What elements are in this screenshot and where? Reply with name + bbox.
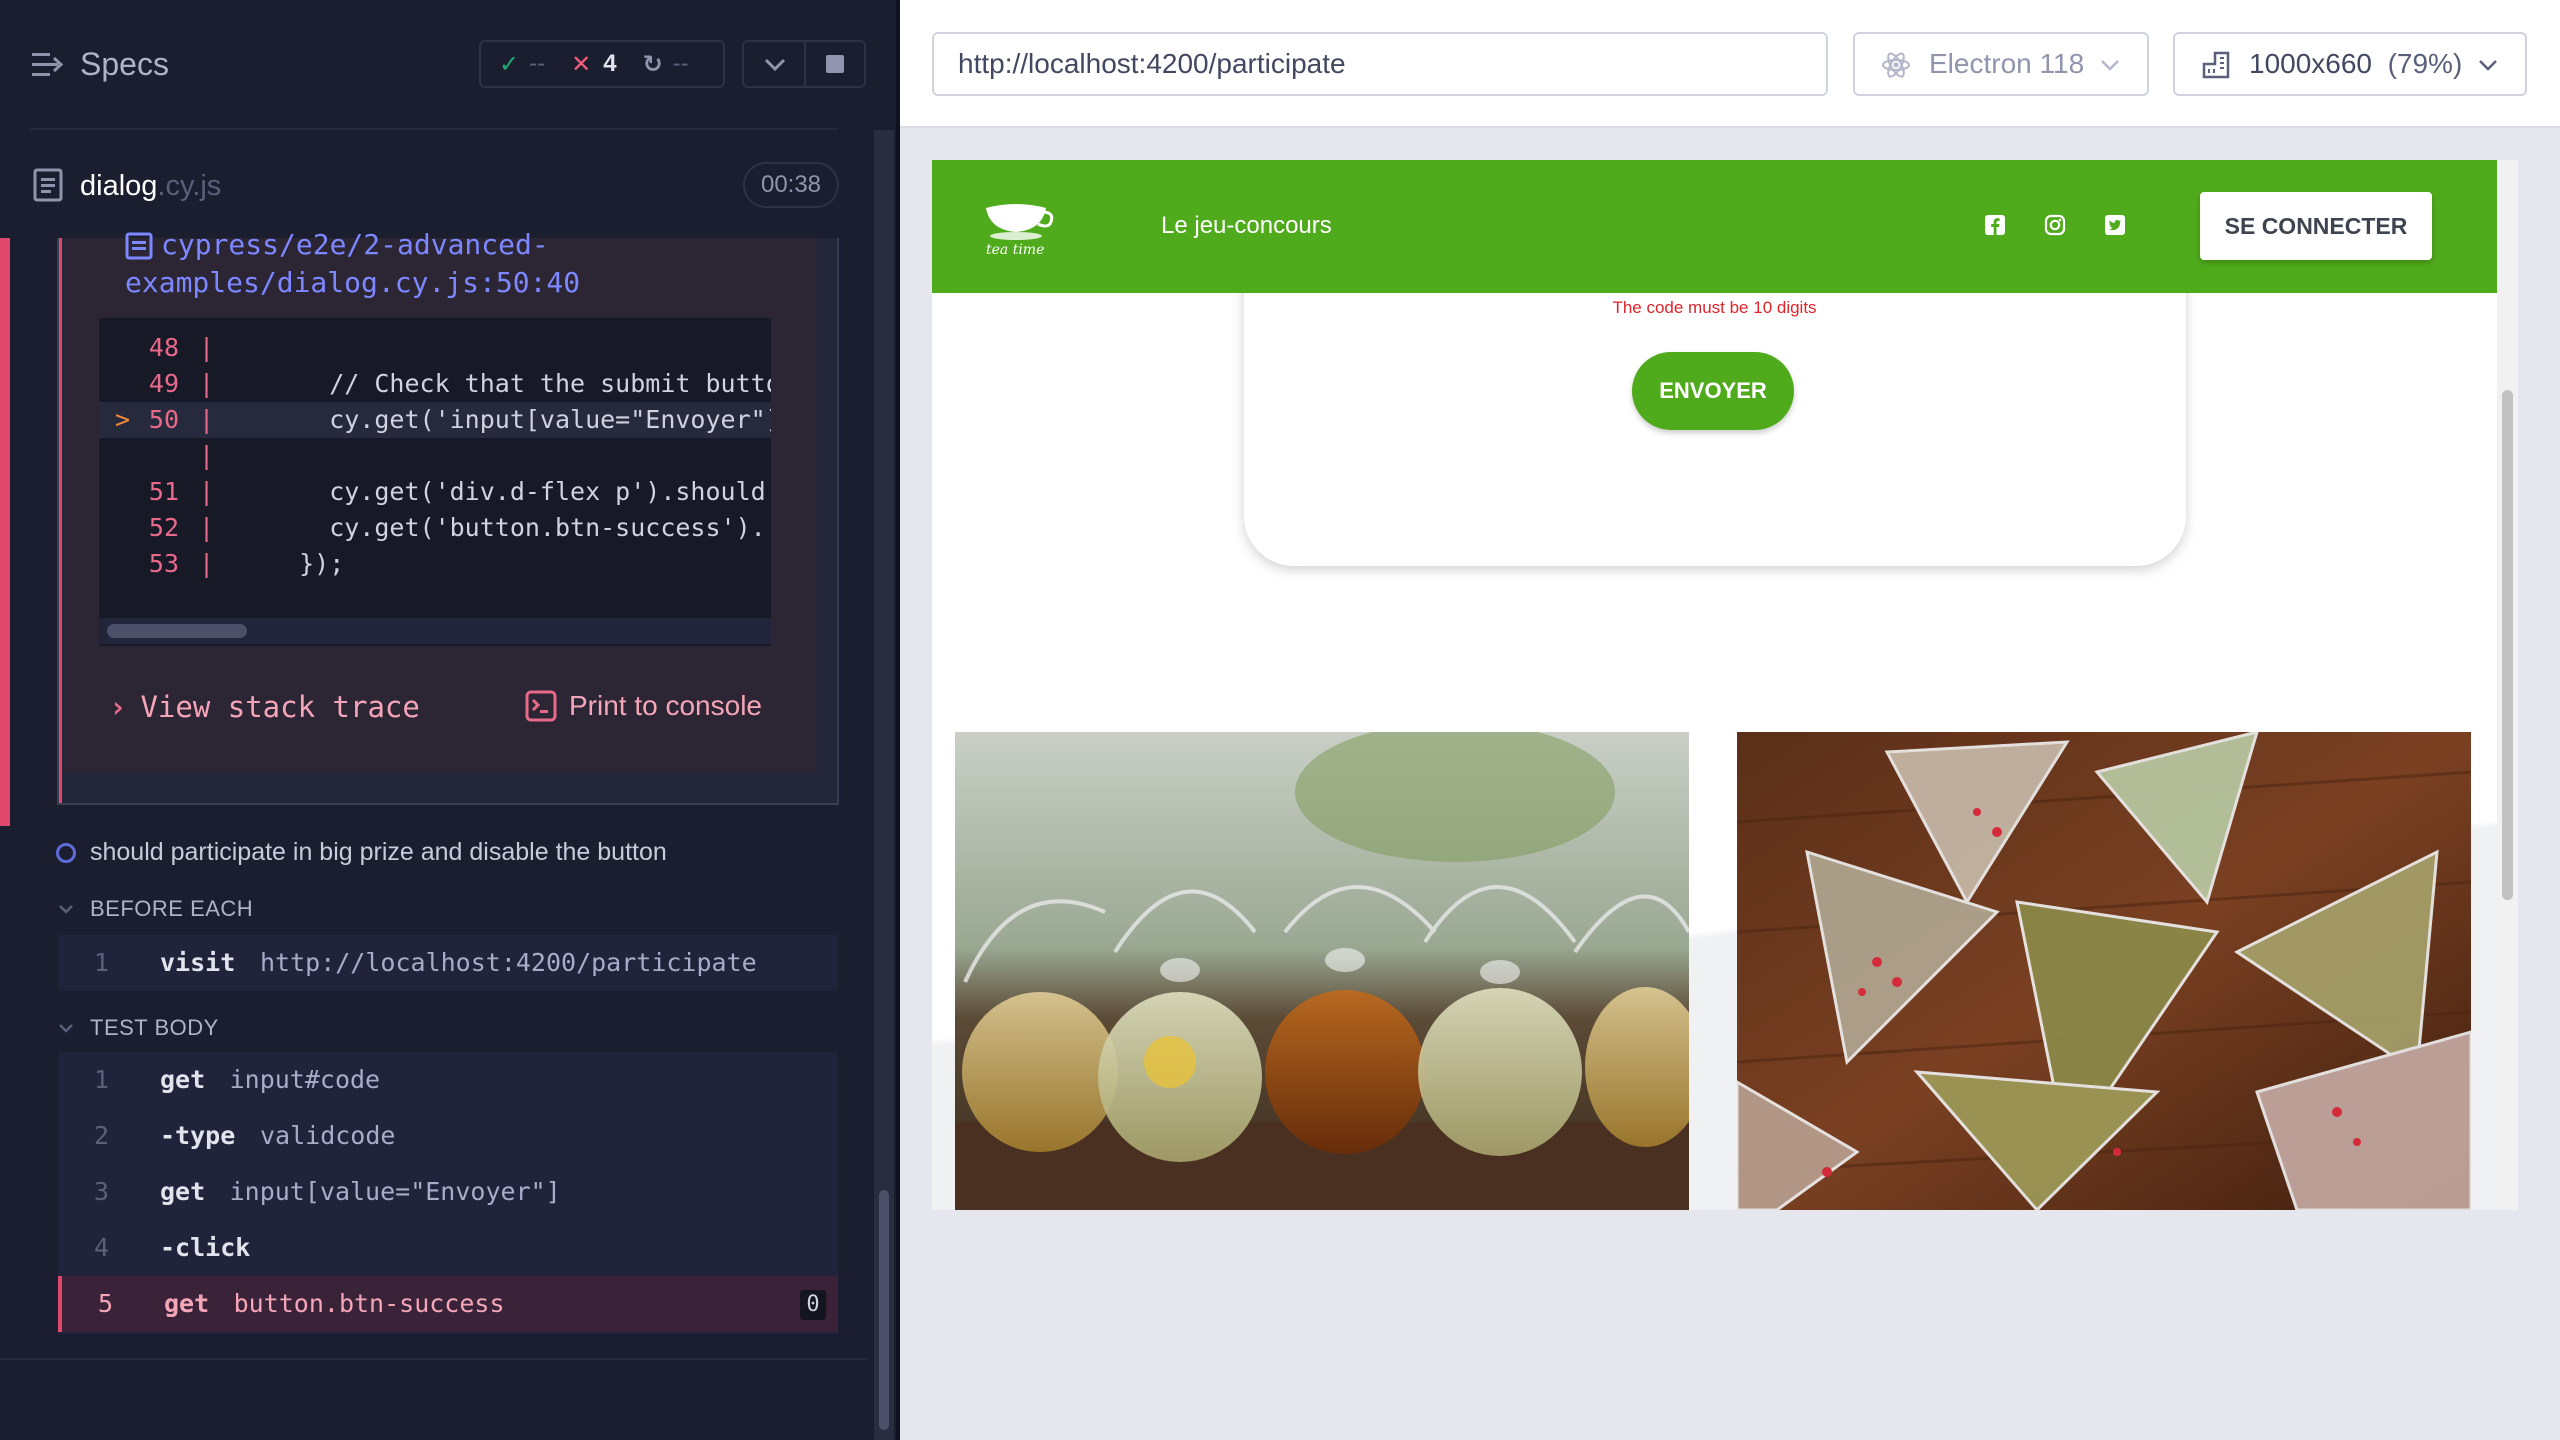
command-message: validcode xyxy=(260,1121,396,1150)
nav-link-jeu-concours[interactable]: Le jeu-concours xyxy=(1161,212,1332,240)
browser-panel: http://localhost:4200/participate Electr… xyxy=(900,0,2560,1440)
code-line: 49 | // Check that the submit butto xyxy=(99,366,771,402)
teapots-photo xyxy=(955,732,1689,1210)
code-frame-path[interactable]: cypress/e2e/2-advanced-examples/dialog.c… xyxy=(125,226,775,302)
code-frame-scrollbar[interactable] xyxy=(99,618,771,644)
failed-test-indicator xyxy=(0,238,10,826)
command-row[interactable]: 1 visit http://localhost:4200/participate xyxy=(58,935,838,991)
app-under-test: The code must be 10 digits ENVOYER tea t… xyxy=(932,160,2518,1210)
code-error-message: The code must be 10 digits xyxy=(1612,298,1817,317)
command-row[interactable]: 1 get input#code xyxy=(58,1052,838,1108)
print-to-console-button[interactable]: Print to console xyxy=(525,690,762,722)
chevron-down-icon xyxy=(2101,60,2119,71)
instagram-icon[interactable] xyxy=(2044,214,2066,236)
before-each-header[interactable]: BEFORE EACH xyxy=(58,896,253,922)
specs-menu-icon[interactable] xyxy=(32,50,64,80)
document-icon xyxy=(125,232,153,260)
browser-toolbar: http://localhost:4200/participate Electr… xyxy=(900,0,2560,128)
code-line: 51 | cy.get('div.d-flex p').should xyxy=(99,474,771,510)
command-row[interactable]: 4 -click xyxy=(58,1220,838,1276)
failed-count: 4 xyxy=(603,50,617,77)
before-each-commands: 1 visit http://localhost:4200/participate xyxy=(58,935,838,991)
url-bar[interactable]: http://localhost:4200/participate xyxy=(932,32,1828,96)
pending-icon: ↻ xyxy=(642,50,663,78)
electron-icon xyxy=(1882,52,1910,78)
command-message: input[value="Envoyer"] xyxy=(229,1177,561,1206)
tea-bags-photo xyxy=(1737,732,2471,1210)
element-count-badge: 0 xyxy=(800,1290,826,1320)
command-message: input#code xyxy=(229,1065,381,1094)
console-icon xyxy=(525,690,557,722)
twitter-icon[interactable] xyxy=(2104,214,2126,236)
chevron-right-icon: › xyxy=(109,690,127,724)
file-icon xyxy=(33,168,63,202)
ruler-icon xyxy=(2202,51,2230,79)
specs-title[interactable]: Specs xyxy=(80,46,169,83)
command-number: 4 xyxy=(94,1233,110,1262)
code-line: >50 | cy.get('input[value="Envoyer"] xyxy=(99,402,771,438)
command-name: get xyxy=(160,1065,206,1094)
command-number: 1 xyxy=(94,948,110,977)
app-scrollbar[interactable] xyxy=(2497,160,2518,1210)
chevron-down-icon xyxy=(59,905,73,914)
code-line: | xyxy=(199,441,215,470)
pending-count: -- xyxy=(672,50,689,77)
specs-header: Specs ✓ -- ✕ 4 ↻ -- xyxy=(0,0,900,130)
command-row[interactable]: 3 get input[value="Envoyer"] xyxy=(58,1164,838,1220)
view-stack-trace-button[interactable]: › View stack trace xyxy=(109,690,420,724)
code-line: 53 | }); xyxy=(99,546,771,582)
facebook-icon[interactable] xyxy=(1984,214,2006,236)
runner-scrollbar[interactable] xyxy=(874,130,894,1440)
test-body-header[interactable]: TEST BODY xyxy=(58,1015,219,1041)
code-text: // Check that the submit butto xyxy=(269,369,771,398)
viewport-selector[interactable]: 1000x660 (79%) xyxy=(2173,32,2527,96)
envoyer-button[interactable]: ENVOYER xyxy=(1632,352,1794,430)
stop-icon[interactable] xyxy=(826,55,844,73)
code-text: }); xyxy=(269,549,345,578)
cypress-runner-panel: Specs ✓ -- ✕ 4 ↻ -- dialog.cy.js 00:38 c… xyxy=(0,0,900,1440)
collapse-chevron-icon[interactable] xyxy=(762,50,788,78)
command-number: 3 xyxy=(94,1177,110,1206)
command-number: 5 xyxy=(98,1289,114,1318)
code-text: cy.get('button.btn-success'). xyxy=(269,513,766,542)
logo-text: tea time xyxy=(986,242,1044,256)
test-body-commands: 1 get input#code 2 -type validcode 3 get input[v… xyxy=(58,1052,838,1334)
command-row[interactable]: 5 get button.btn-success 0 xyxy=(58,1276,838,1332)
code-text: cy.get('div.d-flex p').should xyxy=(269,477,766,506)
command-message: http://localhost:4200/participate xyxy=(260,948,757,977)
chevron-down-icon xyxy=(2479,60,2497,71)
command-number: 1 xyxy=(94,1065,110,1094)
command-name: -click xyxy=(160,1233,251,1262)
command-number: 2 xyxy=(94,1121,110,1150)
se-connecter-button[interactable]: SE CONNECTER xyxy=(2200,192,2432,260)
test-title[interactable]: should participate in big prize and disa… xyxy=(56,838,667,867)
chevron-down-icon xyxy=(59,1024,73,1033)
duration-badge: 00:38 xyxy=(743,162,839,208)
code-line: 48 | xyxy=(148,333,215,362)
social-links xyxy=(1984,214,2126,236)
code-frame: 48 | 49 | // Check that the submit butto >50… xyxy=(99,318,771,646)
spec-file-row: dialog.cy.js 00:38 xyxy=(0,140,900,230)
command-name: get xyxy=(164,1289,210,1318)
error-panel: cypress/e2e/2-advanced-examples/dialog.c… xyxy=(57,228,839,805)
passed-count: -- xyxy=(529,50,546,77)
command-name: get xyxy=(160,1177,206,1206)
test-stats: ✓ -- ✕ 4 ↻ -- xyxy=(479,40,725,88)
spec-file-name: dialog.cy.js xyxy=(80,170,222,202)
runner-controls xyxy=(742,40,866,88)
tea-time-logo[interactable]: tea time xyxy=(980,202,1060,256)
command-name: -type xyxy=(160,1121,236,1150)
browser-selector[interactable]: Electron 118 xyxy=(1853,32,2149,96)
passed-icon: ✓ xyxy=(499,50,520,78)
running-spinner-icon xyxy=(56,842,76,863)
command-name: visit xyxy=(160,948,236,977)
command-row[interactable]: 2 -type validcode xyxy=(58,1108,838,1164)
failed-icon: ✕ xyxy=(571,50,592,78)
command-message: button.btn-success xyxy=(233,1289,505,1318)
site-navbar: tea time Le jeu-concours SE CONNECTER xyxy=(932,160,2497,293)
code-line: 52 | cy.get('button.btn-success'). xyxy=(99,510,771,546)
code-text: cy.get('input[value="Envoyer"] xyxy=(269,405,771,434)
